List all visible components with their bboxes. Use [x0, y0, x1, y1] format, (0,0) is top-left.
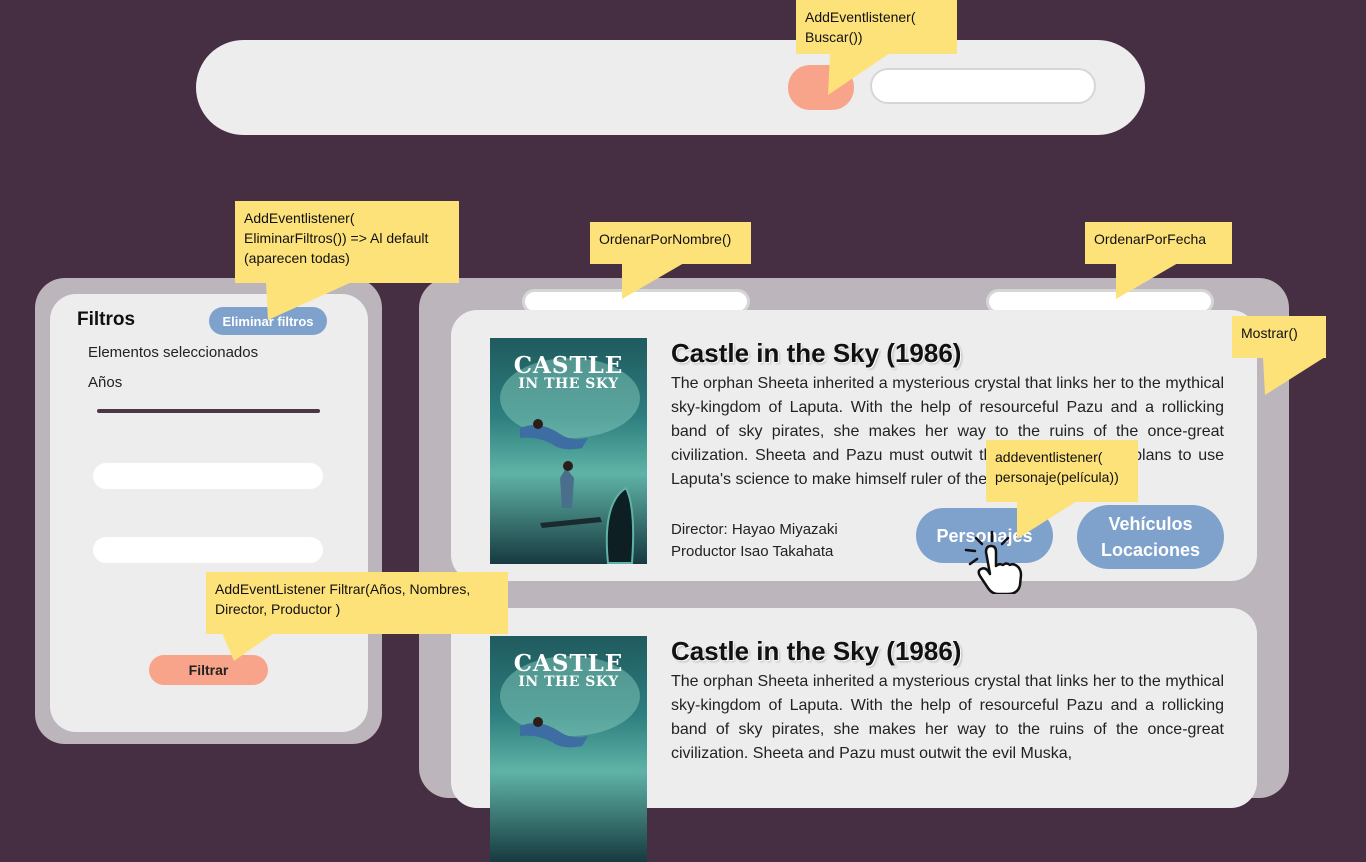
film-title: Castle in the Sky (1986): [671, 636, 962, 666]
filter-field-1[interactable]: [93, 463, 323, 489]
vehicles-locations-button[interactable]: Vehículos Locaciones: [1077, 505, 1224, 569]
filters-title: Filtros: [77, 309, 136, 330]
note-clear-filters: AddEventlistener( EliminarFiltros()) => …: [235, 201, 459, 283]
poster-title: CASTLE: [513, 650, 624, 677]
note-sort-date-tail: [1116, 263, 1178, 299]
selected-elements-label: Elementos seleccionados: [88, 344, 259, 361]
film-title: Castle in the Sky (1986): [671, 338, 962, 368]
filter-field-2[interactable]: [93, 537, 323, 563]
note-sort-name-tail: [622, 263, 684, 299]
note-characters-tail: [1017, 501, 1077, 539]
poster-subtitle: IN THE SKY: [518, 674, 619, 690]
note-sort-date: OrdenarPorFecha: [1085, 222, 1232, 264]
years-label: Años: [88, 374, 123, 391]
note-clear-tail: [266, 282, 352, 320]
film-director: Director: Hayao Miyazaki: [671, 521, 838, 538]
note-filter-tail: [222, 633, 274, 661]
note-search-tail: [828, 53, 890, 95]
film-description: The orphan Sheeta inherited a mysterious…: [671, 673, 1224, 762]
poster-title: CASTLE: [513, 352, 624, 379]
note-show: Mostrar(): [1232, 316, 1326, 358]
note-sort-name: OrdenarPorNombre(): [590, 222, 751, 264]
poster-subtitle: IN THE SKY: [518, 376, 619, 392]
film-poster[interactable]: CASTLE IN THE SKY: [490, 338, 647, 564]
year-range-slider[interactable]: [97, 409, 320, 413]
vehicles-label: Vehículos: [1108, 514, 1193, 534]
note-filter: AddEventListener Filtrar(Años, Nombres, …: [206, 572, 508, 634]
note-search: AddEventlistener( Buscar()): [796, 0, 957, 54]
note-characters: addeventlistener( personaje(película)): [986, 440, 1138, 502]
film-producer: Productor Isao Takahata: [671, 543, 834, 560]
film-description: The orphan Sheeta inherited a mysterious…: [671, 375, 1224, 488]
locations-label: Locaciones: [1100, 540, 1201, 560]
film-poster[interactable]: CASTLE IN THE SKY: [490, 636, 647, 862]
note-show-tail: [1263, 357, 1325, 395]
search-input[interactable]: [870, 68, 1096, 104]
